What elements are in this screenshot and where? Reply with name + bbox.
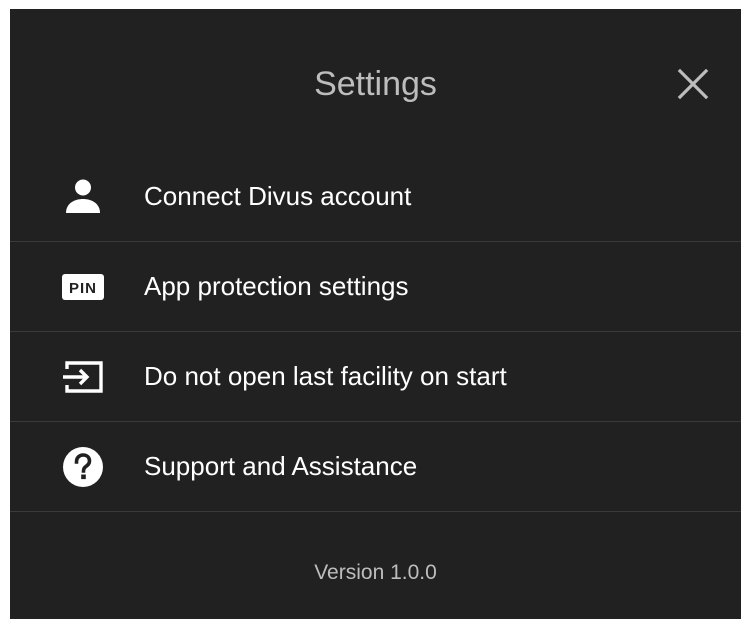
input-arrow-icon (60, 354, 106, 400)
dialog-title: Settings (314, 65, 437, 103)
close-icon (677, 68, 709, 100)
help-circle-icon (60, 444, 106, 490)
settings-menu: Connect Divus account PIN App protection… (10, 152, 741, 512)
menu-item-support[interactable]: Support and Assistance (10, 422, 741, 512)
menu-item-label: App protection settings (144, 271, 409, 301)
version-label: Version 1.0.0 (314, 561, 437, 584)
menu-item-app-protection[interactable]: PIN App protection settings (10, 242, 741, 332)
dialog-header: Settings (10, 9, 741, 159)
person-icon (60, 174, 106, 220)
menu-item-connect-account[interactable]: Connect Divus account (10, 152, 741, 242)
menu-item-label: Do not open last facility on start (144, 361, 507, 391)
close-button[interactable] (675, 66, 711, 102)
menu-item-last-facility[interactable]: Do not open last facility on start (10, 332, 741, 422)
menu-item-label: Connect Divus account (144, 181, 412, 211)
menu-item-label: Support and Assistance (144, 451, 418, 481)
pin-icon-text: PIN (69, 280, 97, 297)
pin-icon: PIN (60, 264, 106, 310)
settings-dialog: Settings Connect Divus account PIN App p… (10, 9, 741, 619)
